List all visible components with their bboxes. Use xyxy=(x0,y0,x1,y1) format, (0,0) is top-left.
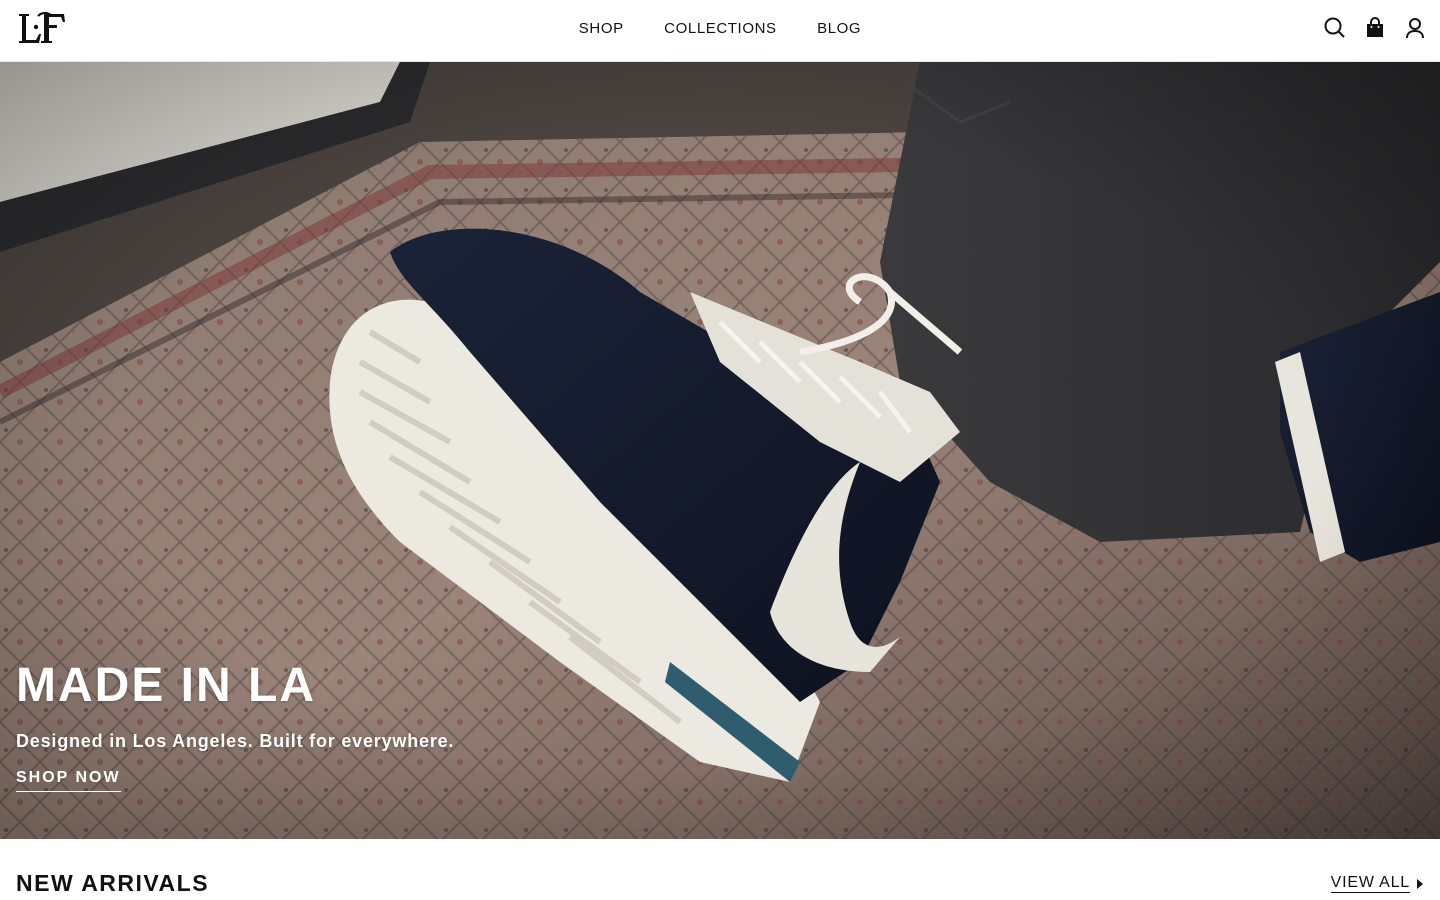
logo-mark-icon xyxy=(19,11,65,43)
section-title: NEW ARRIVALS xyxy=(16,870,210,896)
hero-subtitle: Designed in Los Angeles. Built for every… xyxy=(16,731,455,751)
hero-title: MADE IN LA xyxy=(16,659,316,712)
account-button[interactable] xyxy=(1404,16,1426,40)
nav-item-collections[interactable]: COLLECTIONS xyxy=(664,18,776,40)
cart-button[interactable] xyxy=(1364,16,1386,40)
shop-now-link[interactable]: SHOP NOW xyxy=(16,767,121,792)
new-arrivals-header: NEW ARRIVALS VIEW ALL xyxy=(0,839,1440,900)
site-header: SHOP COLLECTIONS BLOG xyxy=(0,0,1440,62)
account-icon xyxy=(1406,18,1424,39)
hero-image[interactable] xyxy=(0,62,1440,839)
bag-icon xyxy=(1367,17,1383,37)
hero-banner: MADE IN LA Designed in Los Angeles. Buil… xyxy=(0,62,1440,839)
search-icon xyxy=(1324,17,1345,38)
nav-item-shop[interactable]: SHOP xyxy=(579,18,624,40)
brand-logo[interactable] xyxy=(14,10,70,48)
header-actions xyxy=(1324,16,1426,42)
view-all-link[interactable]: VIEW ALL xyxy=(1330,874,1424,893)
view-all-label: VIEW ALL xyxy=(1330,874,1410,893)
nav-item-blog[interactable]: BLOG xyxy=(817,18,861,40)
main-nav: SHOP COLLECTIONS BLOG xyxy=(0,18,1440,42)
caret-right-icon xyxy=(1417,878,1423,889)
search-button[interactable] xyxy=(1324,16,1346,40)
